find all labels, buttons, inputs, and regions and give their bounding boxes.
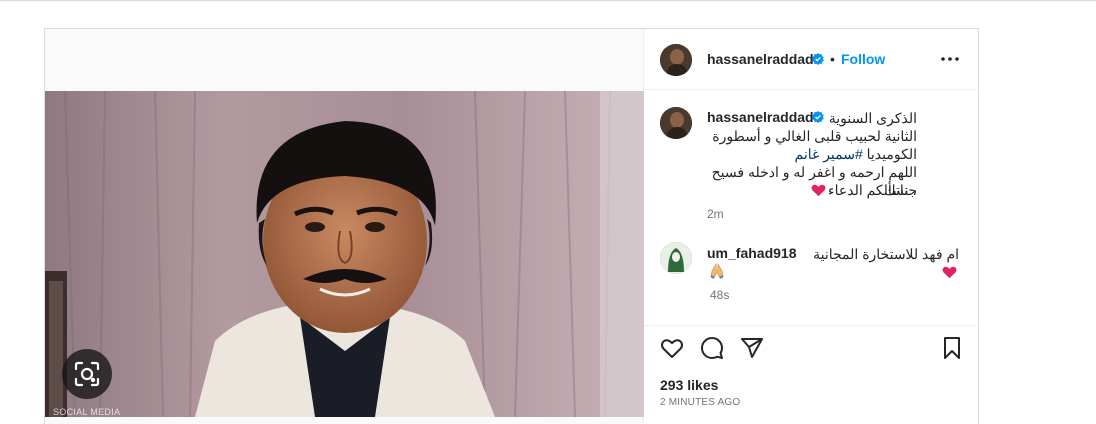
follow-button[interactable]: Follow [841,51,885,67]
post-card: SOCIAL MEDIA hassanelraddad • Follow has… [44,28,979,424]
comment-timestamp: 48s [710,288,730,302]
caption-line-2: الثانية لحبيب قلبى الغالي و أسطورة [712,128,917,144]
caption-line-1: الذكرى السنوية [828,110,917,126]
author-username[interactable]: hassanelraddad [707,51,814,67]
share-icon[interactable] [740,336,764,360]
header-separator: • [830,51,835,67]
top-divider [0,0,1096,2]
caption-timestamp: 2m [707,207,724,221]
comment-text-content: ام فهد للاستخارة المجانية [813,246,959,262]
caption-line-5-text: ، نسألكم الدعاء [828,182,917,198]
visual-search-icon [74,361,100,387]
commenter-username[interactable]: um_fahad918 [707,245,796,261]
comment-icon[interactable] [700,336,724,360]
heart-emoji-icon [811,184,826,197]
post-photo-image [45,91,644,417]
caption-author-avatar[interactable] [660,107,692,139]
post-photo[interactable]: SOCIAL MEDIA [45,91,644,417]
caption-hashtag-link[interactable]: #سمير غانم [795,146,863,162]
author-avatar-image [660,44,692,76]
post-side-panel: hassanelraddad • Follow hassanelraddad ا… [644,29,979,424]
post-header: hassanelraddad • Follow [644,29,979,90]
visual-search-button[interactable] [62,349,112,399]
caption-avatar-image [660,107,692,139]
commenter-avatar-image [660,242,692,274]
photo-watermark: SOCIAL MEDIA [53,407,121,417]
likes-count[interactable]: 293 likes [660,377,718,393]
post-media: SOCIAL MEDIA [45,29,644,424]
commenter-avatar[interactable] [660,242,692,274]
comment-heart-emoji-icon [942,266,957,279]
caption-line-5: ، نسألكم الدعاء [702,181,917,199]
post-actions-bar: 293 likes 2 MINUTES AGO [644,325,979,424]
comment-text: ام فهد للاستخارة المجانية [809,245,959,281]
verified-badge-icon [812,53,824,65]
caption-line-3: الكوميديا #سمير غانم [702,145,918,163]
like-heart-icon[interactable] [660,336,684,360]
post-age: 2 MINUTES AGO [660,397,741,408]
pray-emoji-icon [710,263,724,279]
more-options-icon[interactable] [940,52,960,66]
author-avatar[interactable] [660,44,692,76]
save-bookmark-icon[interactable] [940,336,964,360]
caption-line-3-text: الكوميديا [862,146,917,162]
